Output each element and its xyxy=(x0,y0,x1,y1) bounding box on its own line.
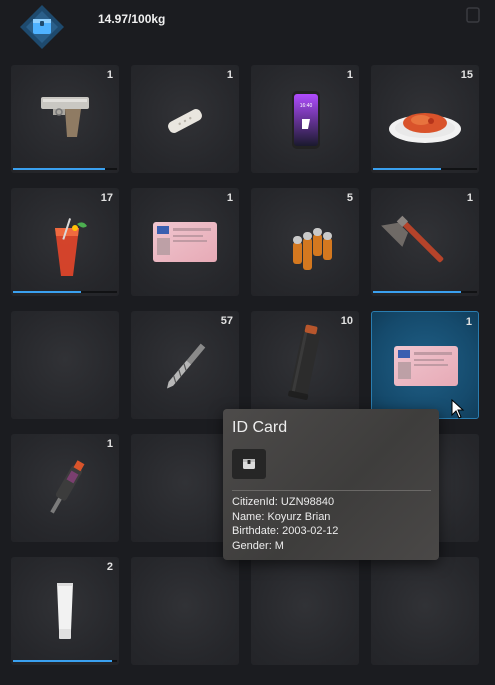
item-count: 1 xyxy=(106,438,113,450)
item-count: 17 xyxy=(100,192,113,204)
box-icon xyxy=(243,459,255,469)
tooltip-icon-box xyxy=(232,449,266,479)
inventory-slot-empty[interactable] xyxy=(371,557,479,665)
tool-icon xyxy=(50,460,85,514)
spaghetti-icon xyxy=(389,113,461,143)
axe-icon xyxy=(381,215,444,263)
durability-bar-fill xyxy=(373,168,441,170)
inventory-header: 14.97/100kg xyxy=(0,0,495,60)
inventory-slot[interactable]: 1 xyxy=(371,188,479,296)
tooltip-divider xyxy=(232,490,431,491)
inventory-slot[interactable]: 2 xyxy=(11,557,119,665)
durability-bar xyxy=(13,168,117,170)
item-count: 1 xyxy=(226,192,233,204)
item-count: 1 xyxy=(465,316,472,328)
item-count: 1 xyxy=(346,69,353,81)
pistol-icon xyxy=(41,97,89,137)
inventory-slot[interactable]: 15 xyxy=(371,65,479,173)
item-count: 15 xyxy=(460,69,473,81)
item-count: 2 xyxy=(106,561,113,573)
inventory-slot[interactable]: 16:40 1 xyxy=(251,65,359,173)
inventory-slot[interactable]: 57 xyxy=(131,311,239,419)
bandage-icon xyxy=(168,109,202,133)
durability-bar-fill xyxy=(13,291,81,293)
inventory-box-icon xyxy=(20,5,64,49)
tube-icon xyxy=(57,583,73,639)
inventory-slot[interactable]: 17 xyxy=(11,188,119,296)
durability-bar xyxy=(373,291,477,293)
ammo-icon xyxy=(293,228,332,270)
inventory-slot-empty[interactable] xyxy=(251,557,359,665)
weight-label: 14.97/100kg xyxy=(98,12,166,26)
tooltip-citizen-id: CitizenId: UZN98840 xyxy=(232,496,335,508)
inventory-slot[interactable]: 10 xyxy=(251,311,359,419)
inventory-slot[interactable]: 1 xyxy=(131,188,239,296)
inventory-slot-empty[interactable] xyxy=(11,311,119,419)
durability-bar xyxy=(13,291,117,293)
inventory-slot-empty[interactable] xyxy=(131,557,239,665)
tooltip-gender: Gender: M xyxy=(232,539,284,552)
durability-bar xyxy=(13,660,117,662)
tooltip-name: Name: Koyurz Brian xyxy=(232,510,331,523)
tooltip-details: CitizenId: UZN98840 Name: Koyurz Brian B… xyxy=(232,495,338,553)
item-count: 5 xyxy=(346,192,353,204)
tooltip-birthdate: Birthdate: 2003-02-12 xyxy=(232,525,339,537)
item-count: 1 xyxy=(466,192,473,204)
magazine-icon xyxy=(288,324,321,400)
phone-icon: 16:40 xyxy=(292,91,320,149)
tooltip-title: ID Card xyxy=(232,419,288,436)
item-count: 1 xyxy=(226,69,233,81)
item-count: 57 xyxy=(220,315,233,327)
drill-bit-icon xyxy=(167,343,206,389)
mouse-cursor-icon xyxy=(451,399,465,419)
inventory-slot[interactable]: 1 xyxy=(11,434,119,542)
svg-text:16:40: 16:40 xyxy=(300,103,313,109)
item-count: 10 xyxy=(340,315,353,327)
durability-bar xyxy=(373,168,477,170)
item-tooltip: ID Card CitizenId: UZN98840 Name: Koyurz… xyxy=(223,409,439,560)
cocktail-icon xyxy=(55,218,87,276)
inventory-slot[interactable]: 1 xyxy=(11,65,119,173)
settings-icon[interactable] xyxy=(466,7,480,23)
id-card-icon xyxy=(153,222,217,262)
durability-bar-fill xyxy=(373,291,462,293)
inventory-slot[interactable]: 1 xyxy=(131,65,239,173)
durability-bar-fill xyxy=(13,660,112,662)
item-count: 1 xyxy=(106,69,113,81)
inventory-slot[interactable]: 5 xyxy=(251,188,359,296)
durability-bar-fill xyxy=(13,168,105,170)
